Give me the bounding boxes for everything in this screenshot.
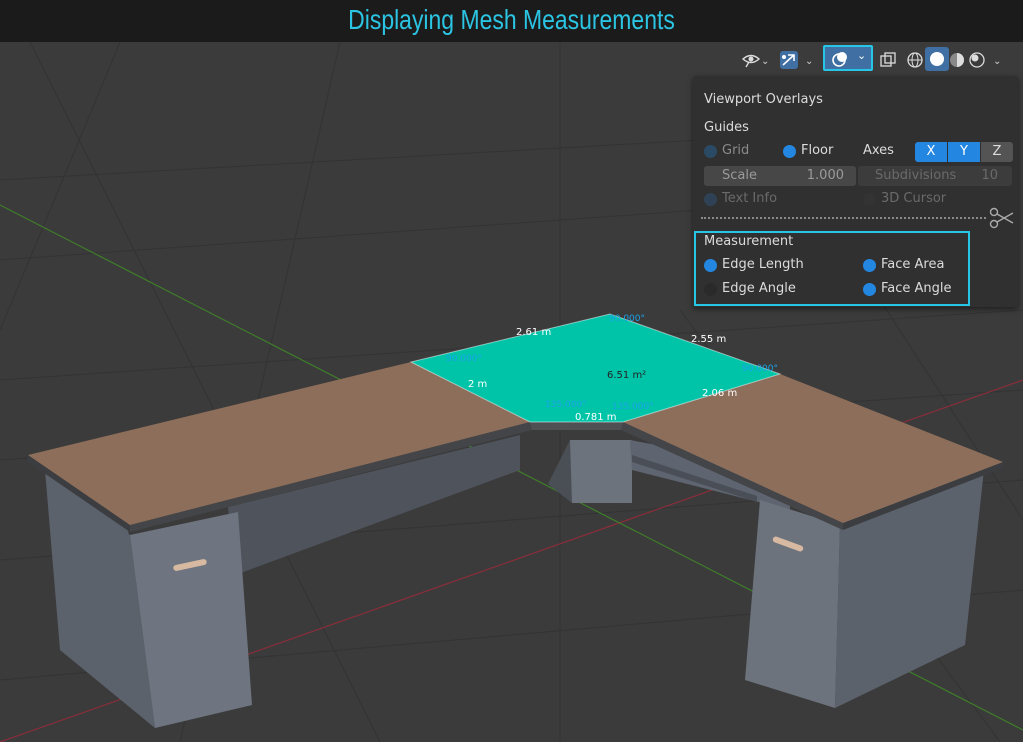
edge-length-right: 2.06 m <box>702 388 738 399</box>
face-angle-top: 90.000° <box>609 314 645 324</box>
face-area-label: 6.51 m² <box>607 370 647 381</box>
axis-x-toggle[interactable]: X <box>915 142 947 162</box>
edge-length-bottom: 0.781 m <box>575 412 617 423</box>
scale-value: 1.000 <box>806 168 844 183</box>
shading-chevron-icon[interactable]: ⌄ <box>993 50 1001 72</box>
scissors-icon <box>989 207 1014 229</box>
gizmo-chevron-icon[interactable]: ⌄ <box>805 50 813 72</box>
scale-field[interactable]: Scale 1.000 <box>704 166 856 186</box>
gizmo-icon[interactable] <box>779 49 799 71</box>
guides-heading: Guides <box>704 120 749 135</box>
floor-label: Floor <box>801 143 834 158</box>
3d-cursor-label: 3D Cursor <box>881 191 947 206</box>
panel-title: Viewport Overlays <box>704 92 823 107</box>
face-angle-left: 90.000° <box>446 354 482 364</box>
overlays-icon <box>832 52 847 67</box>
subdivisions-value: 10 <box>981 168 998 183</box>
axis-y-toggle[interactable]: Y <box>948 142 980 162</box>
solid-shading-icon <box>930 52 944 66</box>
page-title: Displaying Mesh Measurements <box>348 4 675 35</box>
face-angle-bottom-right: 135.000° <box>612 402 654 412</box>
text-info-label: Text Info <box>722 191 778 206</box>
title-bar: Displaying Mesh Measurements <box>0 0 1023 42</box>
visibility-icon[interactable] <box>741 49 761 71</box>
grid-label: Grid <box>722 143 750 158</box>
grid-toggle[interactable] <box>704 145 717 158</box>
xray-icon[interactable] <box>879 49 897 71</box>
axis-z-toggle[interactable]: Z <box>981 142 1013 162</box>
3d-cursor-toggle[interactable] <box>863 193 876 206</box>
measurement-highlight-box <box>694 231 970 306</box>
edge-length-left: 2 m <box>468 379 488 390</box>
material-shading-icon[interactable] <box>948 49 966 71</box>
rendered-shading-icon[interactable] <box>968 49 986 71</box>
panel-divider <box>701 217 986 219</box>
subdivisions-field[interactable]: Subdivisions 10 <box>858 166 1012 186</box>
visibility-chevron-icon[interactable]: ⌄ <box>761 50 769 72</box>
overlays-chevron-icon[interactable]: ⌄ <box>857 49 866 62</box>
wireframe-shading-icon[interactable] <box>906 49 924 71</box>
overlays-toggle-button[interactable]: ⌄ <box>823 45 873 71</box>
floor-toggle[interactable] <box>783 145 796 158</box>
face-angle-right: 90.000° <box>742 364 778 374</box>
scale-label: Scale <box>722 168 757 183</box>
face-angle-bottom-left: 135.000° <box>545 400 587 410</box>
axes-label: Axes <box>863 143 894 158</box>
subdivisions-label: Subdivisions <box>875 168 957 183</box>
edge-length-top-left: 2.61 m <box>516 327 552 338</box>
solid-shading-button[interactable] <box>925 47 949 71</box>
text-info-toggle[interactable] <box>704 193 717 206</box>
edge-length-top-right: 2.55 m <box>691 334 727 345</box>
